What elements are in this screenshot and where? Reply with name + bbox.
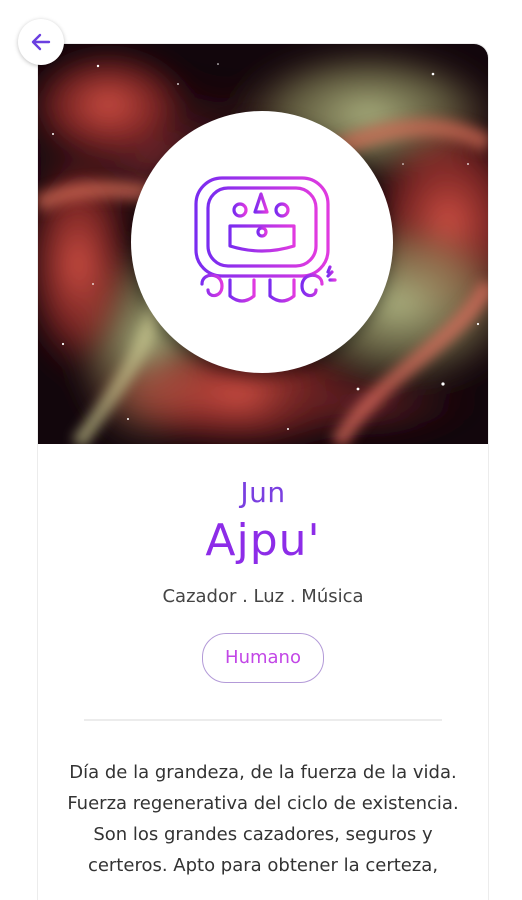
divider [84, 719, 442, 721]
hero-image [38, 44, 488, 444]
screen: Jun Ajpu' Cazador . Luz . Música Humano … [0, 0, 522, 900]
nawal-card: Jun Ajpu' Cazador . Luz . Música Humano … [38, 44, 488, 900]
nawal-description: Día de la grandeza, de la fuerza de la v… [67, 762, 459, 876]
glyph-circle [131, 111, 393, 373]
back-button[interactable] [18, 19, 64, 65]
ajpu-glyph-icon [194, 176, 337, 303]
arrow-left-icon [31, 33, 51, 51]
nawal-type-badge[interactable]: Humano [202, 633, 324, 683]
nawal-title: Ajpu' [205, 515, 321, 566]
day-number-name: Jun [240, 476, 286, 509]
nawal-info: Jun Ajpu' Cazador . Luz . Música Humano … [38, 444, 488, 881]
nawal-keywords: Cazador . Luz . Música [162, 586, 364, 607]
